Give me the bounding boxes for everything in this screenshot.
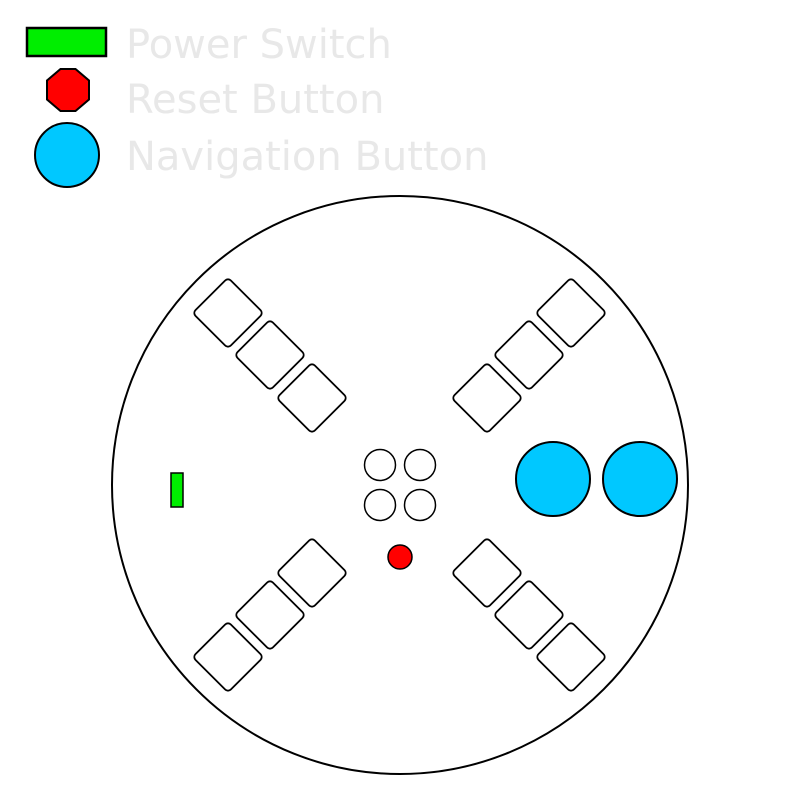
navigation-button[interactable] xyxy=(515,441,591,517)
center-button[interactable] xyxy=(403,448,437,482)
legend: Power Switch Reset Button Navigation But… xyxy=(25,22,488,188)
power-switch[interactable] xyxy=(170,472,184,508)
center-button[interactable] xyxy=(363,448,397,482)
legend-label-power: Power Switch xyxy=(126,22,392,68)
legend-label-reset: Reset Button xyxy=(126,77,384,123)
power-switch-legend-swatch xyxy=(25,26,108,58)
center-button[interactable] xyxy=(363,488,397,522)
reset-button[interactable] xyxy=(387,544,413,570)
device xyxy=(111,195,689,775)
device-body xyxy=(111,195,689,775)
navigation-button-legend-swatch xyxy=(34,122,100,188)
reset-button-legend-swatch xyxy=(46,68,90,112)
center-button[interactable] xyxy=(403,488,437,522)
navigation-button[interactable] xyxy=(602,441,678,517)
controller-diagram: Power Switch Reset Button Navigation But… xyxy=(25,22,689,775)
legend-label-navigation: Navigation Button xyxy=(126,134,488,180)
